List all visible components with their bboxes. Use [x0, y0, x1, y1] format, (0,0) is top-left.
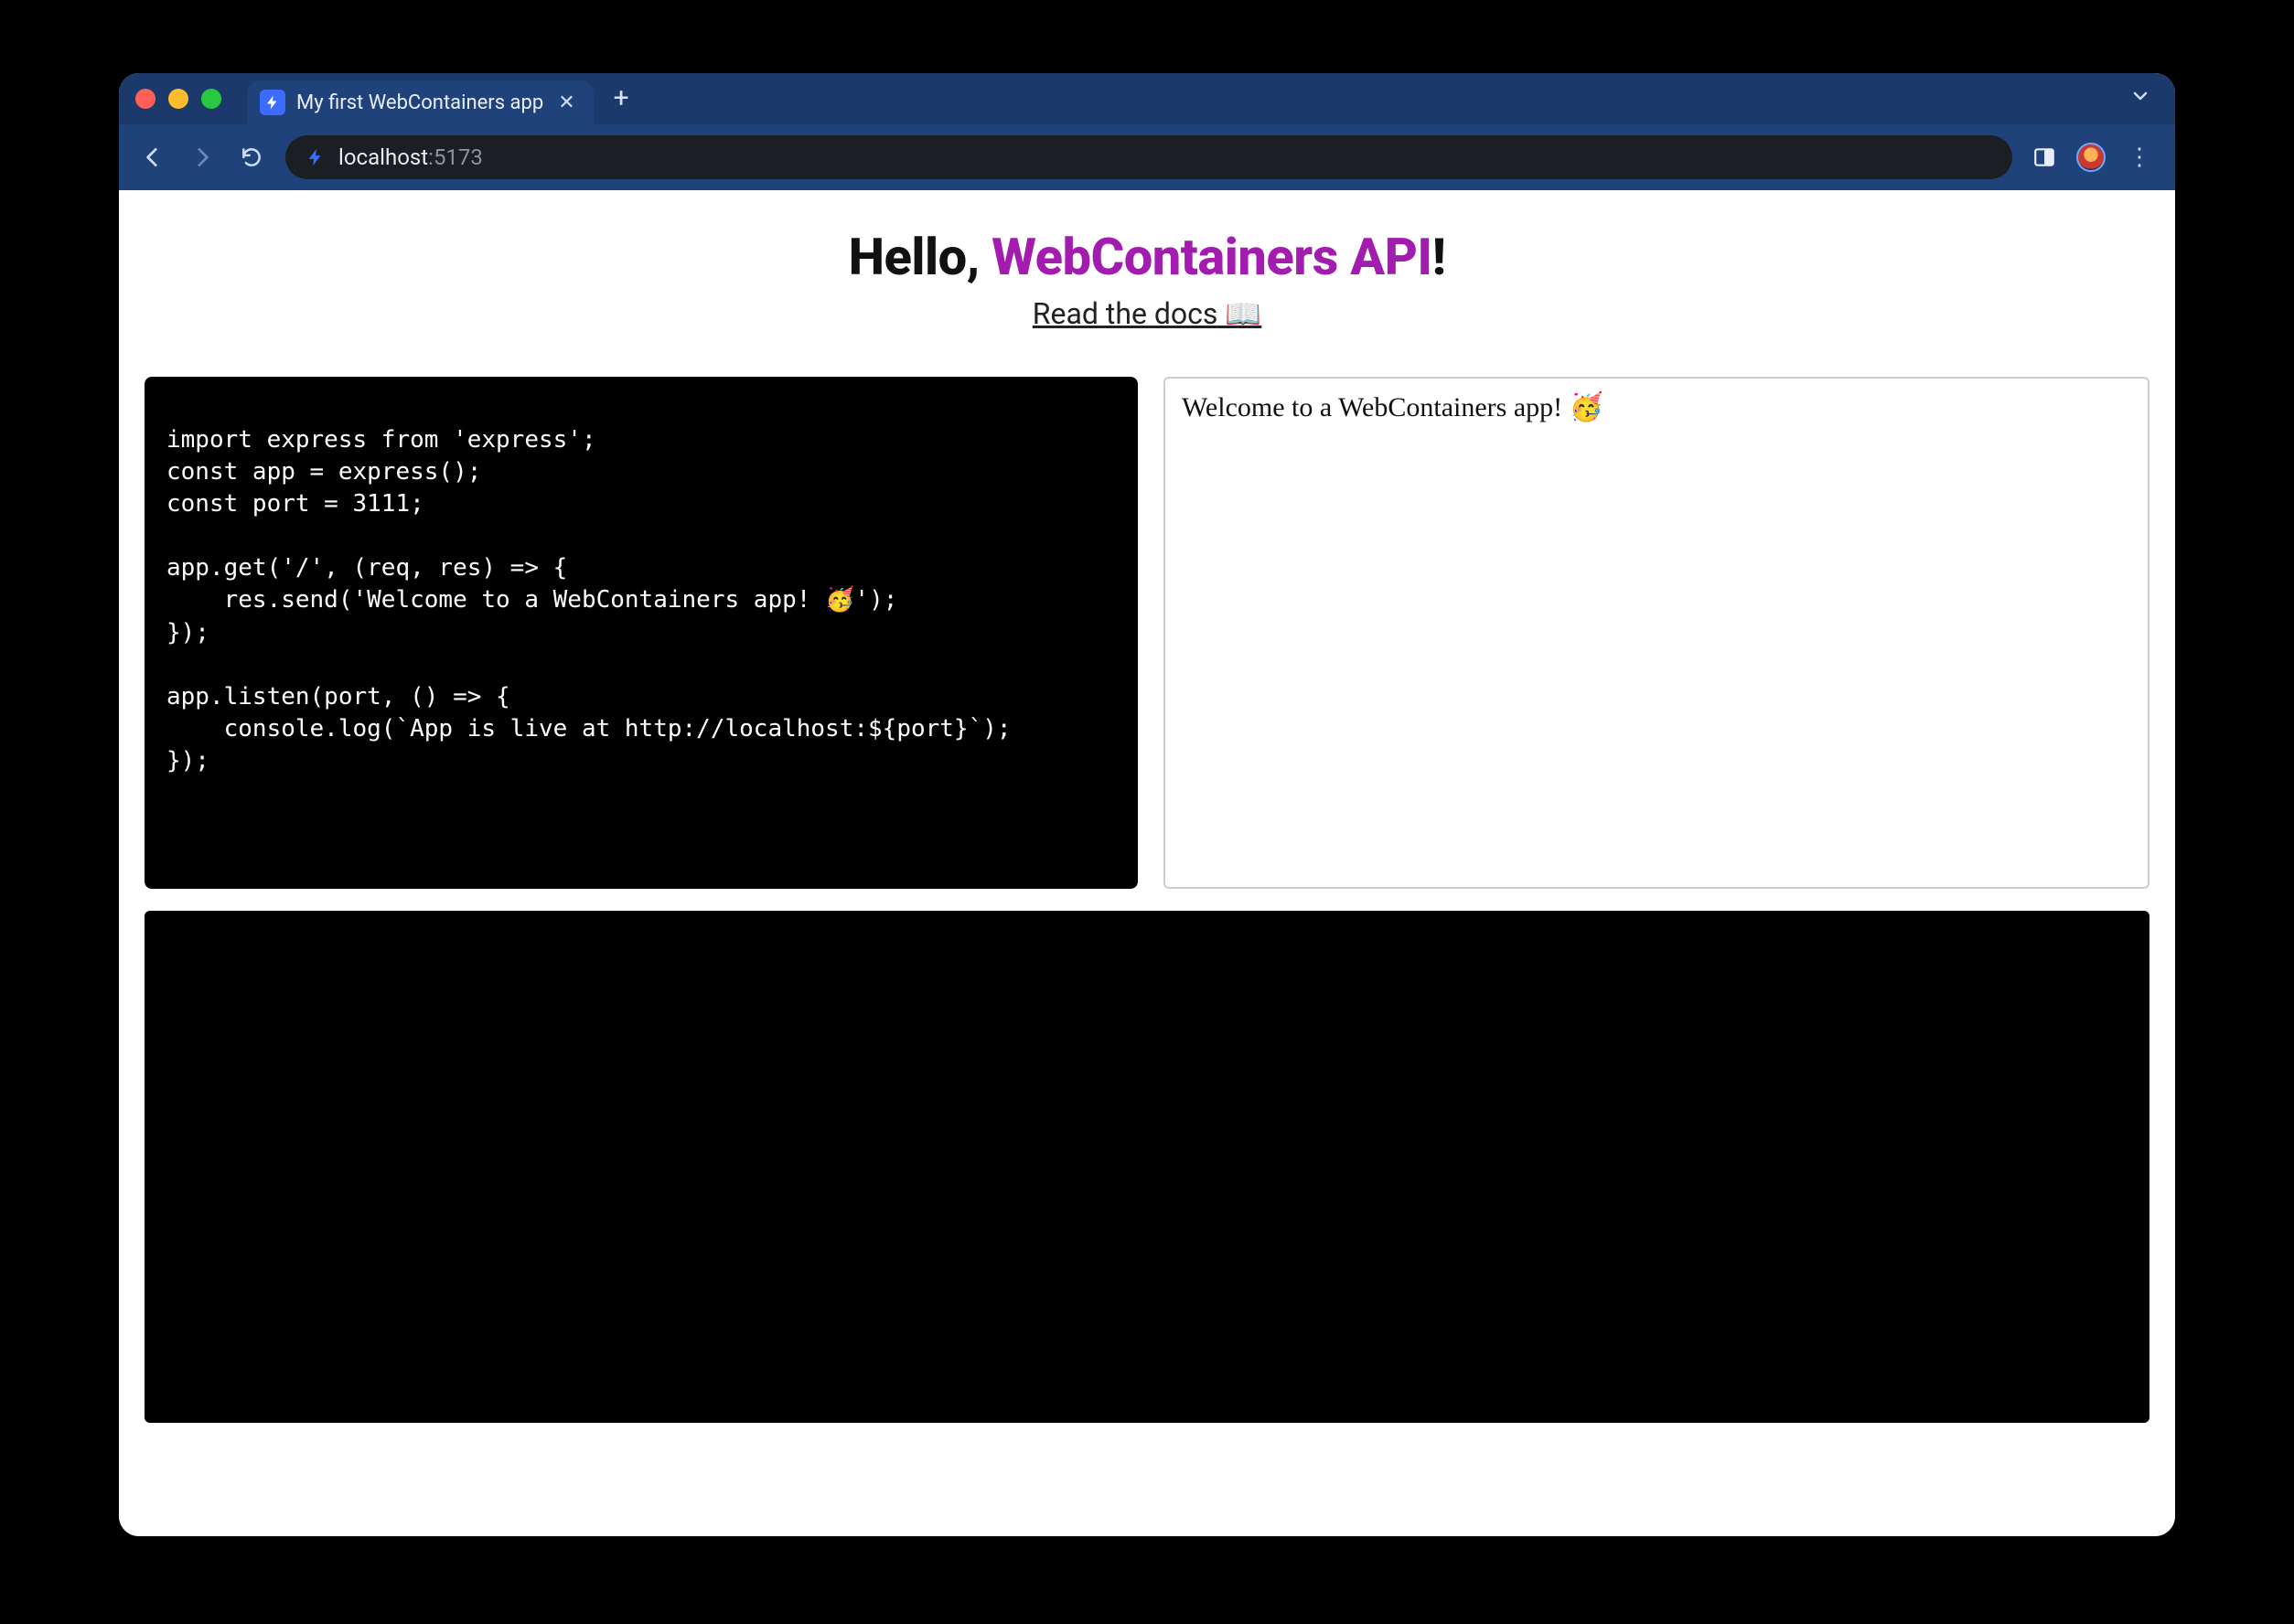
hero-prefix: Hello, [849, 227, 992, 287]
preview-pane: Welcome to a WebContainers app! 🥳 [1163, 377, 2149, 889]
editor-preview-row: import express from 'express'; const app… [119, 340, 2175, 911]
page-title: Hello, WebContainers API! [137, 227, 2157, 287]
docs-link[interactable]: Read the docs 📖 [1033, 296, 1261, 331]
url-text: localhost:5173 [338, 144, 483, 170]
reload-button[interactable] [236, 145, 267, 169]
url-port: :5173 [428, 144, 483, 170]
window-zoom-button[interactable] [201, 89, 221, 109]
preview-text: Welcome to a WebContainers app! 🥳 [1182, 391, 2131, 423]
bolt-icon [306, 147, 326, 167]
hero-accent: WebContainers API [992, 227, 1431, 287]
hero-suffix: ! [1432, 227, 1446, 287]
forward-button[interactable] [187, 145, 218, 169]
close-icon[interactable]: ✕ [554, 91, 578, 114]
window-minimize-button[interactable] [168, 89, 188, 109]
profile-avatar[interactable] [2076, 143, 2106, 172]
menu-button[interactable]: ⋮ [2124, 144, 2157, 171]
code-editor[interactable]: import express from 'express'; const app… [145, 377, 1138, 889]
url-host: localhost [338, 144, 428, 170]
browser-window: My first WebContainers app ✕ + [119, 73, 2175, 1536]
screenshot-stage: My first WebContainers app ✕ + [0, 0, 2294, 1624]
window-controls [135, 89, 221, 109]
back-button[interactable] [137, 145, 168, 169]
tab-title: My first WebContainers app [296, 91, 543, 114]
hero: Hello, WebContainers API! Read the docs … [119, 190, 2175, 340]
chevron-down-icon[interactable] [2129, 85, 2159, 112]
address-bar[interactable]: localhost:5173 [285, 135, 2012, 179]
new-tab-button[interactable]: + [606, 81, 637, 116]
page-viewport: Hello, WebContainers API! Read the docs … [119, 190, 2175, 1536]
terminal-pane[interactable] [145, 911, 2149, 1423]
browser-tab[interactable]: My first WebContainers app ✕ [247, 80, 594, 124]
browser-toolbar: localhost:5173 ⋮ [119, 124, 2175, 190]
panel-icon[interactable] [2031, 144, 2058, 171]
bolt-icon [260, 90, 285, 115]
window-close-button[interactable] [135, 89, 155, 109]
tab-strip: My first WebContainers app ✕ + [119, 73, 2175, 124]
